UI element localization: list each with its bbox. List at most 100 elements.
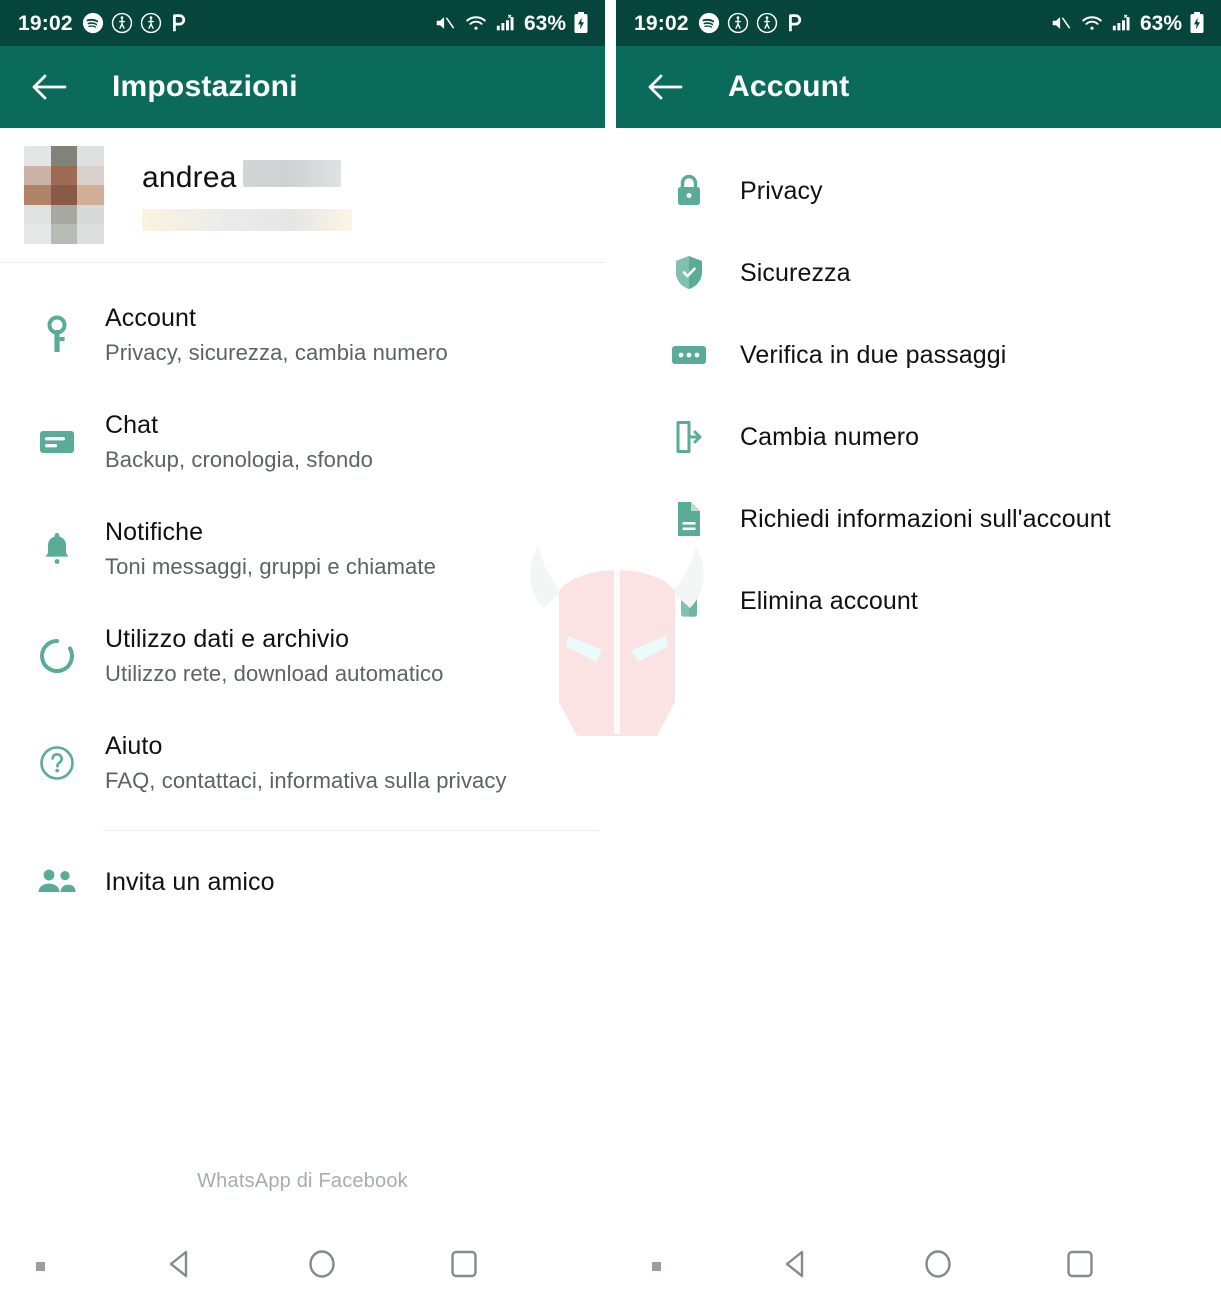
recents-nav-icon[interactable] [447, 1247, 481, 1286]
home-nav-icon[interactable] [305, 1247, 339, 1286]
pin-dots-icon [666, 342, 712, 368]
mute-icon [436, 17, 455, 29]
left-phone-screen: 19:02 63% Impostazioni andrea Account Pr… [0, 0, 605, 1297]
list-divider [103, 830, 599, 831]
status-bar: 19:02 63% [616, 0, 1221, 46]
row-texts: Chat Backup, cronologia, sfondo [105, 411, 373, 472]
nav-buttons [616, 1247, 1221, 1286]
item-title: Chat [105, 410, 159, 439]
left-nav-bar [0, 1235, 605, 1297]
lock-icon [666, 172, 712, 210]
item-title: Sicurezza [740, 258, 851, 287]
profile-status-redaction [142, 208, 352, 231]
status-bar-clock: 19:02 [634, 11, 689, 35]
status-bar-clock: 19:02 [18, 11, 73, 35]
row-texts: Elimina account [740, 587, 918, 616]
cellular-signal-icon [1112, 14, 1130, 31]
screen-separator [605, 0, 616, 1297]
item-subtitle: Privacy, sicurezza, cambia numero [105, 339, 448, 365]
bell-icon [34, 530, 80, 568]
help-icon [34, 744, 80, 782]
settings-list: Account Privacy, sicurezza, cambia numer… [0, 263, 605, 919]
profile-row[interactable]: andrea [0, 128, 605, 263]
item-title: Privacy [740, 176, 823, 205]
wifi-icon [466, 16, 486, 30]
row-texts: Account Privacy, sicurezza, cambia numer… [105, 304, 448, 365]
profile-name-redaction [242, 159, 341, 187]
profile-name: andrea [142, 160, 237, 194]
account-list: Privacy Sicurezza Verifica in due passag… [616, 128, 1221, 642]
pedometer-icon [727, 12, 748, 34]
back-nav-icon[interactable] [780, 1247, 814, 1286]
cellular-signal-icon [496, 14, 514, 31]
item-subtitle: Utilizzo rete, download automatico [105, 660, 444, 686]
item-subtitle: Backup, cronologia, sfondo [105, 446, 373, 472]
spotify-icon [82, 12, 103, 34]
account-item-richiedi-informazioni[interactable]: Richiedi informazioni sull'account [616, 478, 1221, 560]
left-app-bar: Impostazioni [0, 46, 605, 128]
account-item-cambia-numero[interactable]: Cambia numero [616, 396, 1221, 478]
row-texts: Richiedi informazioni sull'account [740, 505, 1111, 534]
parking-p-icon [172, 14, 185, 32]
status-bar-right: 63% [1049, 11, 1205, 35]
left-content: andrea Account Privacy, sicurezza, cambi… [0, 128, 605, 1235]
profile-name-row: andrea [142, 159, 352, 195]
battery-percent-label: 63% [1139, 11, 1182, 35]
row-texts: Privacy [740, 177, 823, 206]
account-item-privacy[interactable]: Privacy [616, 150, 1221, 232]
pedometer-icon [756, 12, 777, 34]
status-bar: 19:02 63% [0, 0, 605, 46]
sidebar-item-invita-un-amico[interactable]: Invita un amico [0, 845, 605, 919]
recents-nav-icon[interactable] [1063, 1247, 1097, 1286]
right-phone-screen: 19:02 63% Account Privacy Sicurezza Veri… [616, 0, 1221, 1297]
battery-icon [574, 12, 588, 33]
spotify-icon [698, 12, 719, 34]
row-texts: Invita un amico [105, 868, 275, 897]
row-texts: Utilizzo dati e archivio Utilizzo rete, … [105, 625, 443, 686]
back-button[interactable] [26, 64, 72, 110]
arrow-back-icon [648, 74, 683, 100]
item-title: Aiuto [105, 731, 163, 760]
document-icon [666, 500, 712, 538]
sidebar-item-aiuto[interactable]: Aiuto FAQ, contattaci, informativa sulla… [0, 709, 605, 816]
back-nav-icon[interactable] [164, 1247, 198, 1286]
page-title: Impostazioni [112, 70, 298, 103]
dual-screenshot-container: 19:02 63% Impostazioni andrea Account Pr… [0, 0, 1221, 1297]
item-title: Verifica in due passaggi [740, 340, 1007, 369]
wifi-icon [1082, 16, 1102, 30]
pedometer-icon [111, 12, 132, 34]
account-item-verifica-due-passaggi[interactable]: Verifica in due passaggi [616, 314, 1221, 396]
change-number-icon [666, 418, 712, 456]
nav-indicator-dot [652, 1261, 661, 1271]
sidebar-item-chat[interactable]: Chat Backup, cronologia, sfondo [0, 388, 605, 495]
avatar[interactable] [24, 146, 104, 244]
row-texts: Cambia numero [740, 423, 919, 452]
status-bar-left: 19:02 [634, 12, 805, 34]
arrow-back-icon [32, 74, 67, 100]
row-texts: Verifica in due passaggi [740, 341, 1006, 370]
page-title: Account [728, 70, 850, 103]
sidebar-item-account[interactable]: Account Privacy, sicurezza, cambia numer… [0, 281, 605, 388]
account-item-sicurezza[interactable]: Sicurezza [616, 232, 1221, 314]
item-title: Elimina account [740, 586, 918, 615]
battery-icon [1190, 12, 1204, 33]
app-footer-label: WhatsApp di Facebook [197, 1170, 408, 1192]
trash-icon [666, 582, 712, 620]
right-nav-bar [616, 1235, 1221, 1297]
back-button[interactable] [642, 64, 688, 110]
nav-buttons [0, 1247, 605, 1286]
item-subtitle: FAQ, contattaci, informativa sulla priva… [105, 767, 507, 793]
item-title: Utilizzo dati e archivio [105, 624, 350, 653]
sidebar-item-notifiche[interactable]: Notifiche Toni messaggi, gruppi e chiama… [0, 495, 605, 602]
right-app-bar: Account [616, 46, 1221, 128]
item-title: Account [105, 303, 197, 332]
battery-percent-label: 63% [523, 11, 566, 35]
right-content: Privacy Sicurezza Verifica in due passag… [616, 128, 1221, 1235]
status-bar-left: 19:02 [18, 12, 189, 34]
home-nav-icon[interactable] [921, 1247, 955, 1286]
item-subtitle: Toni messaggi, gruppi e chiamate [105, 553, 436, 579]
sidebar-item-utilizzo-dati[interactable]: Utilizzo dati e archivio Utilizzo rete, … [0, 602, 605, 709]
account-item-elimina-account[interactable]: Elimina account [616, 560, 1221, 642]
item-title: Invita un amico [105, 867, 275, 896]
shield-icon [666, 254, 712, 292]
